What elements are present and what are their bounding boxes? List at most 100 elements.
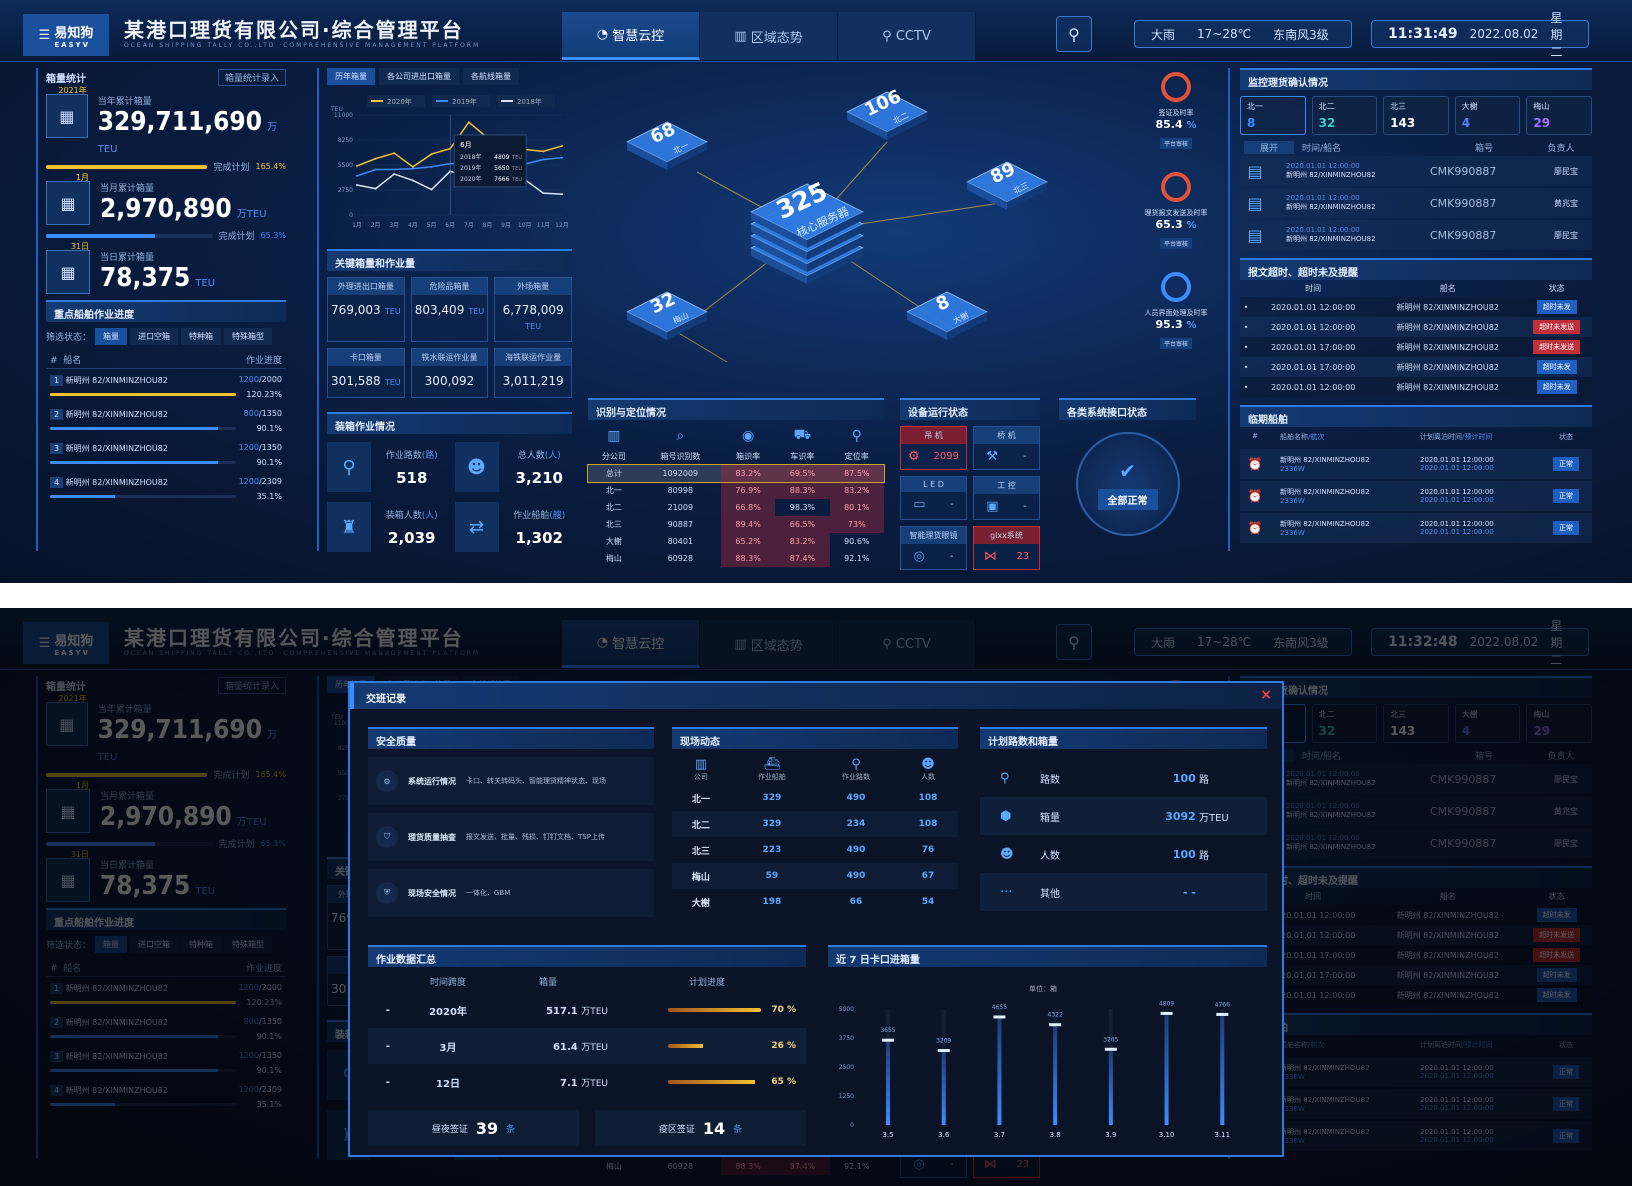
- ship-row[interactable]: 3 新明州 82/XINMINZHOU82 1200/1350 90.1%: [46, 437, 286, 471]
- filter-tab[interactable]: 特种箱: [181, 936, 222, 953]
- node-4[interactable]: 32梅山: [626, 289, 708, 340]
- ship-row[interactable]: 3 新明州 82/XINMINZHOU82 1200/1350 90.1%: [46, 1045, 286, 1079]
- table-row[interactable]: •2020.01.01 17:00:00新明州 82/XINMINZHOU82超…: [1240, 965, 1592, 985]
- safety-item[interactable]: ⛉ 理货质量抽查 报文发送、批量、残损、钉钉文档、TSP上传: [368, 813, 654, 861]
- expand-toggle[interactable]: 展开: [1244, 141, 1294, 154]
- safety-item[interactable]: ⚙ 系统运行情况 卡口、转关转码头、智能理货精神状态、现场: [368, 757, 654, 805]
- device-card[interactable]: 智能理货眼镜 ◎ -: [900, 526, 967, 570]
- filter-tab[interactable]: 特殊箱型: [224, 936, 273, 953]
- company-tab[interactable]: 梅山 29: [1526, 704, 1592, 743]
- monitor-list: ▤2020.01.01 12:00:00新明州 82/XINMINZHOU82C…: [1240, 764, 1592, 858]
- company-tab[interactable]: 北三 143: [1383, 96, 1449, 135]
- tab-smart-control[interactable]: ◔ 智慧云控: [562, 620, 700, 668]
- due-ship-row[interactable]: ⏰新明州 82/XINMINZHOU822336W2020.01.01 12:0…: [1240, 1057, 1592, 1087]
- ship-row[interactable]: 1 新明州 82/XINMINZHOU82 1200/2000 120.23%: [46, 977, 286, 1011]
- volume-entry-button[interactable]: 箱量统计录入: [217, 68, 286, 86]
- device-card[interactable]: 桥 机 ⚒ -: [973, 426, 1040, 470]
- safety-item[interactable]: ⛨ 现场安全情况 一体化、GBM: [368, 869, 654, 917]
- filter-tab[interactable]: 箱量: [95, 936, 128, 953]
- node-5[interactable]: 8大榭: [906, 291, 988, 340]
- x-tick: 3月: [389, 222, 399, 229]
- monitor-row[interactable]: ▤2020.01.01 12:00:00新明州 82/XINMINZHOU82C…: [1240, 828, 1592, 858]
- tab-cctv[interactable]: ⚲ CCTV: [838, 12, 976, 60]
- chart-tab[interactable]: 各航线箱量: [463, 68, 519, 85]
- company-tab[interactable]: 北二 32: [1311, 96, 1378, 135]
- table-row[interactable]: •2020.01.01 12:00:00新明州 82/XINMINZHOU82超…: [1240, 985, 1592, 1005]
- tab-cctv[interactable]: ⚲ CCTV: [838, 620, 976, 668]
- company-tab[interactable]: 北三 143: [1383, 704, 1449, 743]
- data-point: [393, 173, 396, 176]
- table-row[interactable]: •2020.01.01 17:00:00新明州 82/XINMINZHOU82超…: [1240, 337, 1592, 357]
- row-box: CMK990887: [1430, 196, 1497, 210]
- gauge-audit-button[interactable]: 平台审核: [1159, 138, 1192, 149]
- filter-tab[interactable]: 箱量: [95, 328, 128, 345]
- chart-tab[interactable]: 历年箱量: [327, 68, 375, 85]
- tab-region[interactable]: ▥ 区域态势: [700, 620, 838, 668]
- monitor-row[interactable]: ▤2020.01.01 12:00:00新明州 82/XINMINZHOU82C…: [1240, 764, 1592, 794]
- filter-tab[interactable]: 进口空箱: [130, 328, 179, 345]
- company-tab[interactable]: 大榭 4: [1454, 704, 1521, 743]
- user-button[interactable]: ⚲: [1056, 624, 1092, 660]
- tab-smart-control[interactable]: ◔ 智慧云控: [562, 12, 700, 60]
- gauge-audit-button[interactable]: 平台审核: [1159, 238, 1192, 249]
- close-button[interactable]: ×: [1260, 687, 1272, 703]
- tab-label: 智慧云控: [612, 29, 665, 44]
- device-card[interactable]: 吊 机 ⚙ 2099: [900, 426, 967, 470]
- rate-gauges: 签证及时率85.4 %平台审核理货报文发送及时率65.3 %平台审核人员界面处理…: [1140, 72, 1212, 372]
- company-tab[interactable]: 梅山 29: [1526, 96, 1592, 135]
- ship-row[interactable]: 4 新明州 82/XINMINZHOU82 1200/2309 35.1%: [46, 1079, 286, 1113]
- col-progress: 作业进度: [245, 964, 282, 974]
- ship-progress-fill: [50, 427, 218, 430]
- device-card[interactable]: 工 控 ▣ -: [973, 476, 1040, 520]
- monitor-row[interactable]: ▤2020.01.01 12:00:00新明州 82/XINMINZHOU82C…: [1240, 220, 1592, 250]
- device-card[interactable]: glxx系统 ⋈ 23: [973, 526, 1040, 570]
- due-ship-row[interactable]: ⏰新明州 82/XINMINZHOU822336W2020.01.01 12:0…: [1240, 1089, 1592, 1119]
- gauge-audit-button[interactable]: 平台审核: [1159, 338, 1192, 349]
- table-row[interactable]: •2020.01.01 12:00:00新明州 82/XINMINZHOU82超…: [1240, 297, 1592, 317]
- x-tick: 6月: [445, 222, 455, 229]
- device-card[interactable]: L E D ▭ -: [900, 476, 967, 520]
- ship-name: 新明州 82/XINMINZHOU82: [65, 984, 168, 993]
- ship-row[interactable]: 2 新明州 82/XINMINZHOU82 800/1350 90.1%: [46, 403, 286, 437]
- tab-label: CCTV: [895, 28, 931, 44]
- node-1[interactable]: 68北一: [626, 119, 708, 170]
- table-row[interactable]: •2020.01.01 12:00:00新明州 82/XINMINZHOU82超…: [1240, 905, 1592, 925]
- ship-row[interactable]: 1 新明州 82/XINMINZHOU82 1200/2000 120.23%: [46, 369, 286, 403]
- table-row[interactable]: •2020.01.01 12:00:00新明州 82/XINMINZHOU82超…: [1240, 925, 1592, 945]
- node-3[interactable]: 89北三: [966, 159, 1048, 210]
- card-unit: TEU: [468, 307, 485, 316]
- chart-tab[interactable]: 各公司进出口箱量: [379, 68, 459, 85]
- monitor-row[interactable]: ▤2020.01.01 12:00:00新明州 82/XINMINZHOU82C…: [1240, 796, 1592, 826]
- monitor-row[interactable]: ▤2020.01.01 12:00:00新明州 82/XINMINZHOU82C…: [1240, 188, 1592, 218]
- node-2[interactable]: 106北二: [846, 86, 928, 140]
- due-ship-row[interactable]: ⏰新明州 82/XINMINZHOU822336W2020.01.01 12:0…: [1240, 1121, 1592, 1151]
- node-0[interactable]: 325核心服务器: [750, 176, 864, 284]
- table-row[interactable]: •2020.01.01 17:00:00新明州 82/XINMINZHOU82超…: [1240, 945, 1592, 965]
- due-ship-row[interactable]: ⏰新明州 82/XINMINZHOU822336W2020.01.01 12:0…: [1240, 449, 1592, 479]
- plan-value: 3092: [1165, 809, 1196, 823]
- filter-tab[interactable]: 特殊箱型: [224, 328, 273, 345]
- bullet-icon: •: [1243, 322, 1249, 332]
- table-row[interactable]: •2020.01.01 12:00:00新明州 82/XINMINZHOU82超…: [1240, 377, 1592, 397]
- ship-row[interactable]: 4 新明州 82/XINMINZHOU82 1200/2309 35.1%: [46, 471, 286, 505]
- plan-value: 65.3%: [260, 231, 286, 240]
- table-row[interactable]: •2020.01.01 12:00:00新明州 82/XINMINZHOU82超…: [1240, 317, 1592, 337]
- due-ship-row[interactable]: ⏰新明州 82/XINMINZHOU822336W2020.01.01 12:0…: [1240, 481, 1592, 511]
- company-tab[interactable]: 大榭 4: [1454, 96, 1521, 135]
- filter-tab[interactable]: 特种箱: [181, 328, 222, 345]
- filter-tab[interactable]: 进口空箱: [130, 936, 179, 953]
- status-badge: 正常: [1553, 521, 1579, 535]
- gate-volume-bar-chart: 单位：箱 0 1250 2500 3750 5000 3655 3.5 3209 3.6 4655 3…: [839, 984, 1230, 1139]
- table-cell: 92.1%: [844, 1162, 870, 1171]
- table-row[interactable]: •2020.01.01 17:00:00新明州 82/XINMINZHOU82超…: [1240, 357, 1592, 377]
- tab-region[interactable]: ▥ 区域态势: [700, 12, 838, 60]
- ship-row[interactable]: 2 新明州 82/XINMINZHOU82 800/1350 90.1%: [46, 1011, 286, 1045]
- user-icon: ⚲: [1068, 632, 1080, 652]
- monitor-row[interactable]: ▤2020.01.01 12:00:00新明州 82/XINMINZHOU82C…: [1240, 156, 1592, 186]
- user-button[interactable]: ⚲: [1056, 16, 1092, 52]
- due-ship-row[interactable]: ⏰新明州 82/XINMINZHOU822336W2020.01.01 12:0…: [1240, 513, 1592, 543]
- company-tab[interactable]: 北二 32: [1311, 704, 1378, 743]
- company-tab[interactable]: 北一 8: [1240, 96, 1306, 135]
- row-ship: 新明州 82/XINMINZHOU82: [1280, 1096, 1370, 1104]
- volume-entry-button[interactable]: 箱量统计录入: [217, 676, 286, 694]
